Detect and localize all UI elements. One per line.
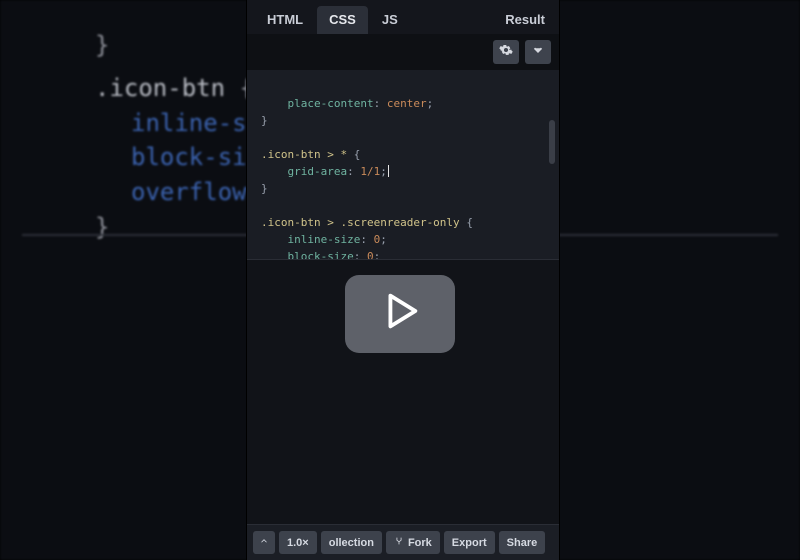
share-button[interactable]: Share bbox=[499, 531, 546, 554]
play-button[interactable] bbox=[345, 275, 455, 353]
code-editor[interactable]: place-content: center; } .icon-btn > * {… bbox=[247, 70, 559, 260]
fork-button[interactable]: Fork bbox=[386, 531, 440, 554]
bg-brace: } bbox=[95, 31, 109, 59]
bottom-bar: 1.0× ollection Fork Export Share bbox=[247, 524, 559, 560]
tab-html[interactable]: HTML bbox=[255, 6, 315, 34]
tab-css[interactable]: CSS bbox=[317, 6, 368, 34]
bg-prop: inline-s bbox=[131, 109, 247, 137]
text-caret bbox=[388, 165, 389, 177]
fork-label: Fork bbox=[408, 537, 432, 549]
tab-bar: HTML CSS JS Result bbox=[247, 0, 559, 34]
editor-scrollbar[interactable] bbox=[549, 120, 555, 164]
bg-selector: .icon-btn bbox=[95, 74, 225, 102]
console-toggle-button[interactable] bbox=[253, 531, 275, 554]
export-button[interactable]: Export bbox=[444, 531, 495, 554]
settings-button[interactable] bbox=[493, 40, 519, 64]
chevron-down-icon bbox=[531, 43, 545, 62]
tab-result[interactable]: Result bbox=[493, 6, 551, 34]
play-icon bbox=[377, 288, 423, 339]
tab-js[interactable]: JS bbox=[370, 6, 410, 34]
bg-brace: } bbox=[95, 213, 109, 241]
bg-prop: overflow bbox=[131, 178, 247, 206]
editor-toolbar bbox=[247, 34, 559, 70]
expand-button[interactable] bbox=[525, 40, 551, 64]
collection-button[interactable]: ollection bbox=[321, 531, 382, 554]
chevron-up-icon bbox=[259, 536, 269, 549]
gear-icon bbox=[499, 43, 513, 62]
bg-prop: block-si bbox=[131, 143, 247, 171]
fork-icon bbox=[394, 536, 404, 549]
zoom-button[interactable]: 1.0× bbox=[279, 531, 317, 554]
